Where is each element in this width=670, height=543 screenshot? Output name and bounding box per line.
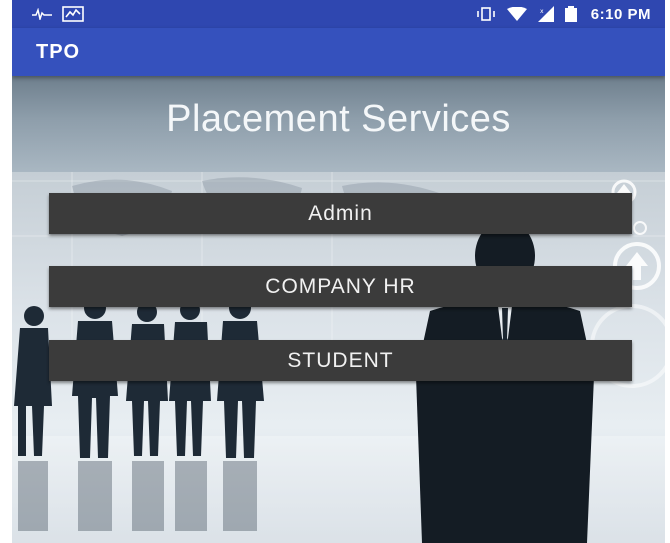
- admin-button[interactable]: Admin: [49, 193, 632, 234]
- company-hr-button[interactable]: COMPANY HR: [49, 266, 632, 307]
- pulse-notification-icon: [32, 8, 52, 20]
- cellular-signal-icon: x: [537, 6, 555, 22]
- status-time: 6:10 PM: [590, 5, 651, 23]
- activity-chart-icon: [62, 6, 84, 22]
- student-button[interactable]: STUDENT: [49, 340, 632, 381]
- status-bar: x 6:10 PM: [12, 0, 665, 28]
- main-content: Placement Services Admin COMPANY HR STUD…: [12, 76, 665, 543]
- app-bar: TPO: [12, 28, 665, 76]
- header-banner: Placement Services: [12, 76, 665, 172]
- screen-title: Placement Services: [166, 98, 511, 140]
- wifi-icon: [506, 7, 527, 21]
- phone-screen: x 6:10 PM TPO Placement Services Admin C…: [12, 0, 665, 543]
- svg-text:x: x: [540, 8, 544, 15]
- vibrate-icon: [475, 7, 497, 21]
- battery-icon: [564, 6, 577, 22]
- app-title: TPO: [36, 40, 81, 63]
